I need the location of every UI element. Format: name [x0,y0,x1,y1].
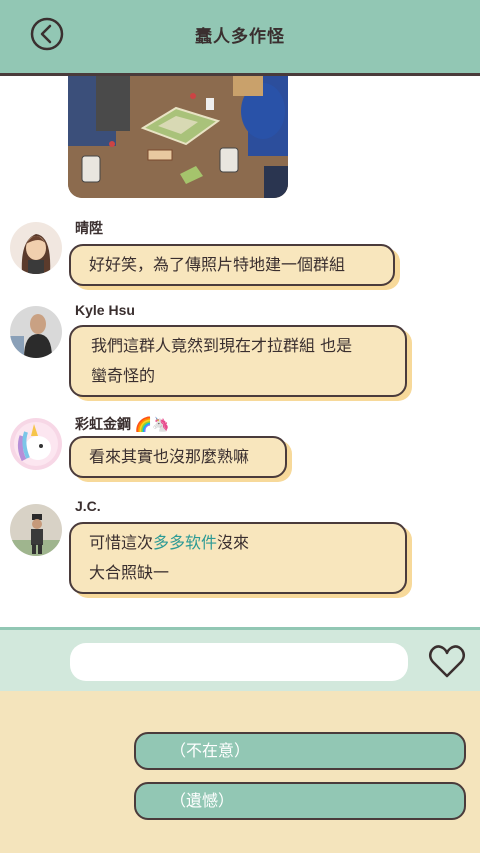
mention-link[interactable]: 多多软件 [153,533,217,552]
message-text-part: 可惜這次 [89,533,154,552]
header-bar: 蠢人多作怪 [0,0,480,73]
message-text: 看來其實也沒那麼熟嘛 [89,447,250,466]
message-text: 大合照缺一 [89,563,170,582]
input-bar [0,627,480,691]
message-input[interactable] [70,643,408,681]
chat-title: 蠢人多作怪 [195,27,285,47]
avatar[interactable] [10,418,62,470]
message-text: 蠻奇怪的 [91,366,156,385]
chat-area[interactable]: 晴陞 好好笑，為了傳照片特地建一個群組 Kyle Hsu 我們這群人竟然到現在才… [0,76,480,627]
reply-option-button[interactable]: （不在意） [134,732,466,770]
sender-name: J.C. [75,498,101,514]
heart-icon[interactable] [428,643,466,679]
reply-option-button[interactable]: （遺憾） [134,782,466,820]
message-bubble: 可惜這次多多软件沒來 大合照缺一 [69,522,407,594]
message-text: 我們這群人竟然到現在才拉群組 也是 [91,336,353,355]
avatar[interactable] [10,222,62,274]
avatar[interactable] [10,306,62,358]
message-bubble: 好好笑，為了傳照片特地建一個群組 [69,244,395,286]
sender-name: 晴陞 [75,220,103,236]
message-text: 好好笑，為了傳照片特地建一個群組 [89,255,346,274]
message-bubble: 我們這群人竟然到現在才拉群組 也是 蠻奇怪的 [69,325,407,397]
message-text-part: 沒來 [217,533,250,552]
message-text: 可惜這次多多软件沒來 [89,528,387,558]
sender-name: 彩虹金鋼 🌈🦄 [75,416,170,432]
message-bubble: 看來其實也沒那麼熟嘛 [69,436,287,478]
avatar[interactable] [10,504,62,556]
sender-name: Kyle Hsu [75,302,135,318]
shared-photo[interactable] [68,76,288,198]
reply-options-panel: （不在意） （遺憾） [0,691,480,853]
